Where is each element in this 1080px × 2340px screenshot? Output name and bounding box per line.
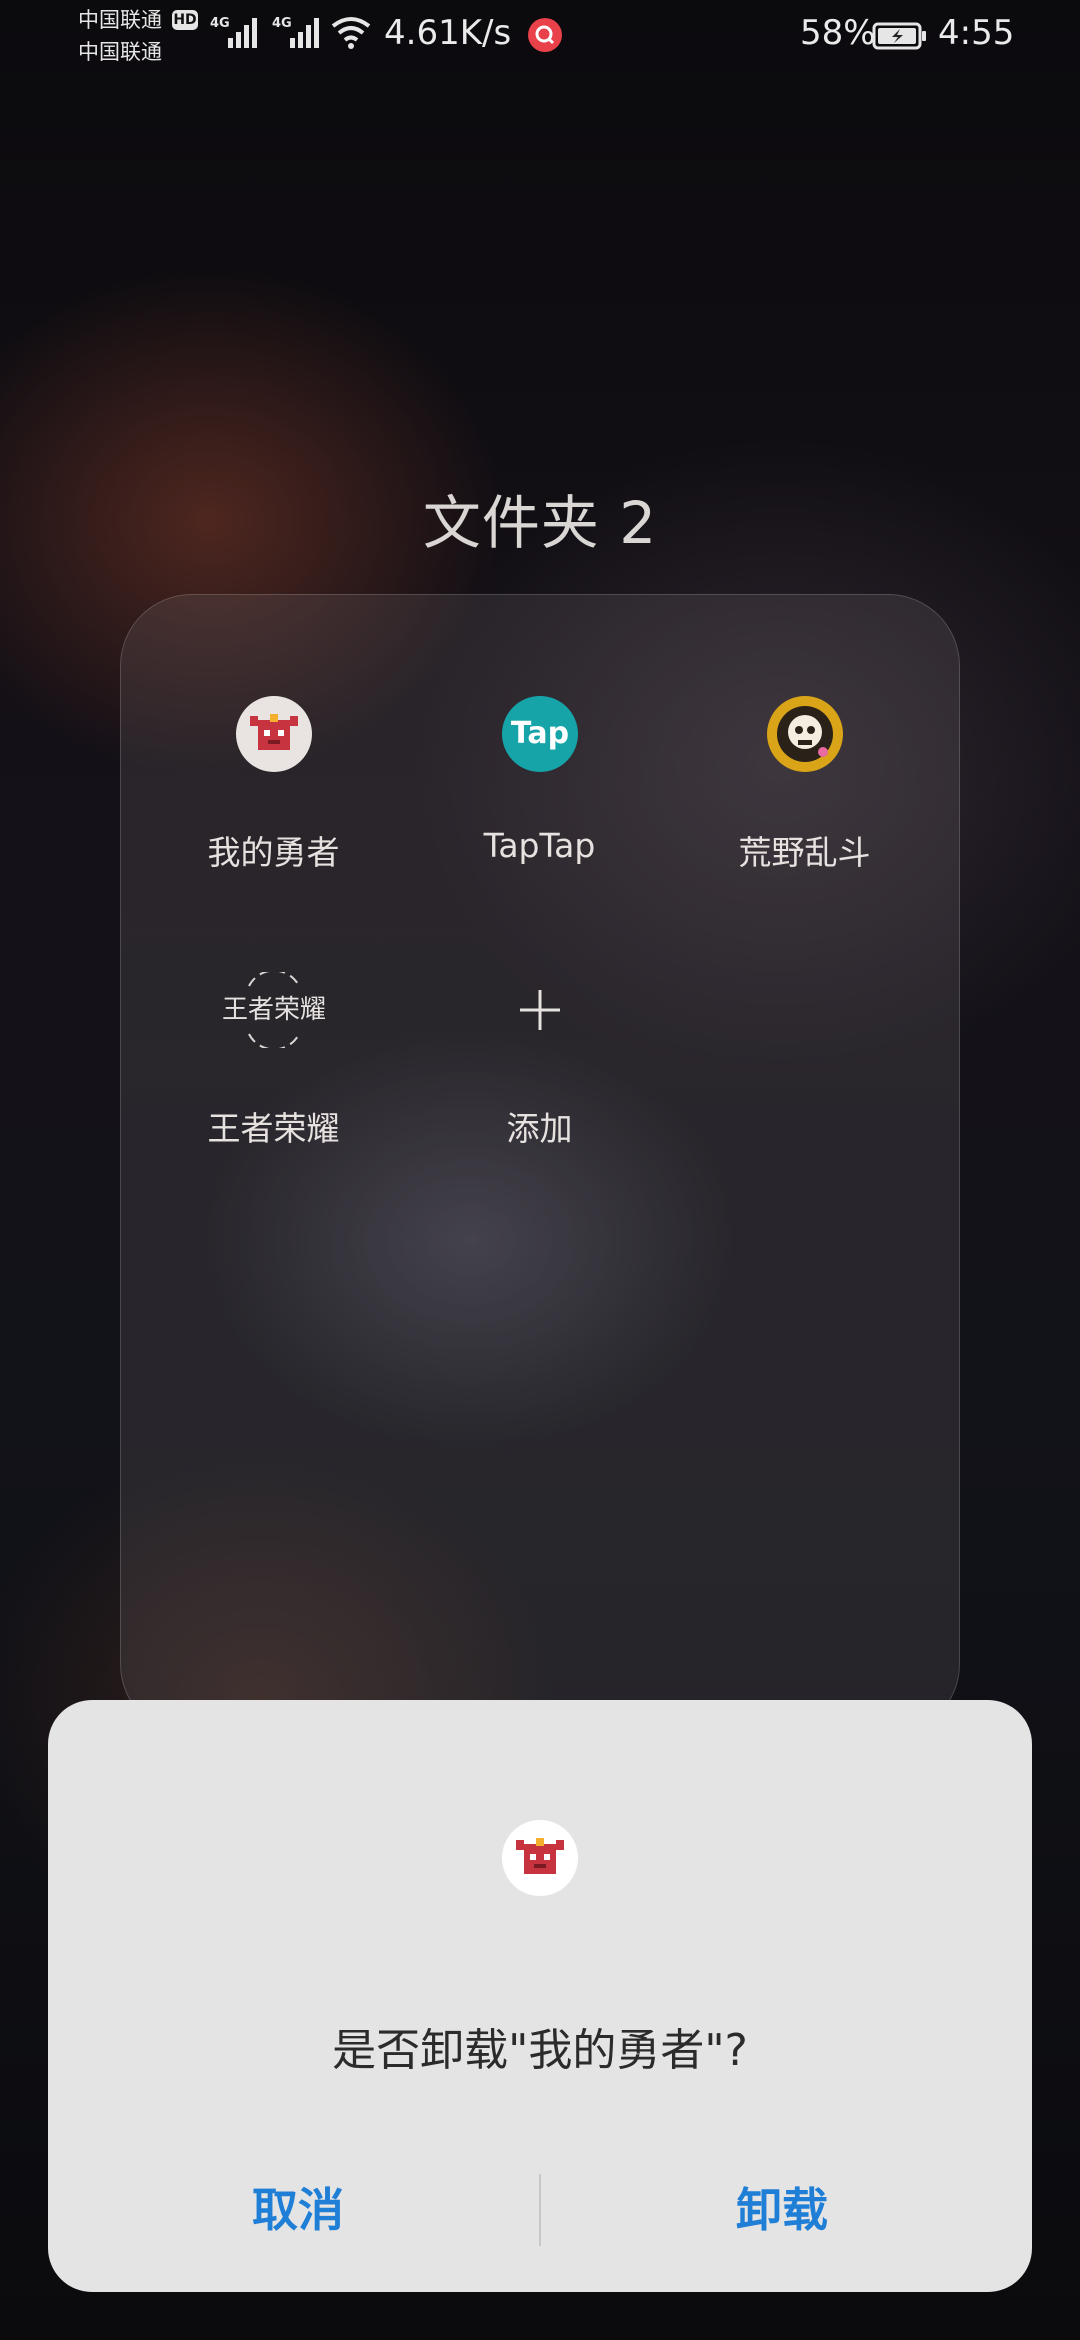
brawl-stars-icon bbox=[767, 696, 843, 772]
hd-badge: HD bbox=[172, 10, 198, 30]
taptap-icon: Tap bbox=[502, 696, 578, 772]
wifi-icon bbox=[331, 17, 371, 49]
folder-title[interactable]: 文件夹 2 bbox=[0, 476, 1080, 560]
battery-percent: 58% bbox=[800, 13, 876, 53]
brave-hero-icon bbox=[236, 696, 312, 772]
carrier-2: 中国联通 bbox=[78, 40, 162, 64]
network-speed: 4.61K/s bbox=[384, 13, 512, 53]
clock: 4:55 bbox=[938, 13, 1015, 53]
app-label: 添加 bbox=[506, 1109, 573, 1148]
status-bar: 中国联通 中国联通 HD 4G 4G 4.61K/s 58% 4:55 bbox=[0, 0, 1080, 72]
honor-of-kings-icon: 王者荣耀 bbox=[219, 972, 329, 1048]
uninstall-dialog: 是否卸载"我的勇者"? 取消 卸载 bbox=[48, 1700, 1032, 2292]
signal-icon-2 bbox=[290, 18, 319, 48]
dialog-divider bbox=[539, 2174, 541, 2246]
app-label: 我的勇者 bbox=[207, 833, 340, 872]
carrier-1: 中国联通 bbox=[78, 8, 162, 32]
app-label: 王者荣耀 bbox=[207, 1109, 340, 1148]
dialog-message: 是否卸载"我的勇者"? bbox=[332, 2025, 748, 2076]
search-notification-icon bbox=[528, 18, 562, 52]
signal-icon-1 bbox=[228, 18, 257, 48]
battery-charging-icon bbox=[872, 22, 926, 50]
brave-hero-icon bbox=[502, 1820, 578, 1896]
uninstall-button[interactable]: 卸载 bbox=[552, 2170, 1012, 2250]
app-label: TapTap bbox=[483, 826, 596, 865]
app-label: 荒野乱斗 bbox=[738, 833, 871, 872]
honor-of-kings-logo-text: 王者荣耀 bbox=[221, 995, 326, 1025]
cancel-button[interactable]: 取消 bbox=[68, 2170, 528, 2250]
add-icon bbox=[502, 972, 578, 1048]
